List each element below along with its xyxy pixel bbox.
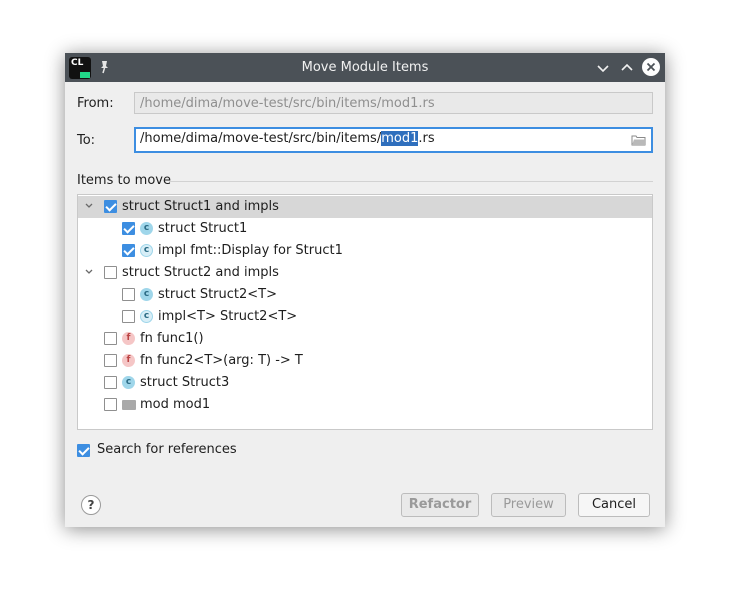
help-button[interactable]: ? <box>81 495 101 515</box>
search-references-checkbox[interactable] <box>77 444 90 457</box>
tree-row-impl-struct2[interactable]: c impl<T> Struct2<T> <box>78 306 652 328</box>
tree-row-label: struct Struct2 and impls <box>122 265 279 280</box>
impl-icon: c <box>140 244 153 257</box>
tree-row-label: mod mod1 <box>140 397 211 412</box>
checkbox-impl-struct2[interactable] <box>122 310 135 323</box>
tree-row-struct2[interactable]: c struct Struct2<T> <box>78 284 652 306</box>
folder-icon[interactable] <box>631 134 646 146</box>
refactor-button[interactable]: Refactor <box>401 493 479 517</box>
preview-button[interactable]: Preview <box>491 493 566 517</box>
close-button[interactable] <box>642 58 660 76</box>
impl-icon: c <box>140 310 153 323</box>
tree-row-struct2-group[interactable]: struct Struct2 and impls <box>78 262 652 284</box>
tree-row-struct1-group[interactable]: struct Struct1 and impls <box>78 196 652 218</box>
tree-row-label: struct Struct1 and impls <box>122 199 279 214</box>
tree-row-label: impl<T> Struct2<T> <box>158 309 298 324</box>
tree-row-mod1[interactable]: mod mod1 <box>78 394 652 416</box>
checkbox-func1[interactable] <box>104 332 117 345</box>
items-to-move-heading: Items to move <box>77 173 171 188</box>
function-icon: f <box>122 354 135 367</box>
to-path-prefix: /home/dima/move-test/src/bin/items/ <box>140 131 382 146</box>
section-divider <box>169 181 653 182</box>
to-path-selection: mod1 <box>381 131 419 146</box>
expand-chevron-icon[interactable] <box>84 201 94 211</box>
tree-row-func1[interactable]: f fn func1() <box>78 328 652 350</box>
checkbox-struct3[interactable] <box>104 376 117 389</box>
tree-row-impl-display[interactable]: c impl fmt::Display for Struct1 <box>78 240 652 262</box>
struct-icon: c <box>122 376 135 389</box>
module-folder-icon <box>122 400 136 410</box>
function-icon: f <box>122 332 135 345</box>
to-path-input[interactable]: /home/dima/move-test/src/bin/items/mod1.… <box>134 127 653 153</box>
expand-chevron-icon[interactable] <box>84 267 94 277</box>
maximize-chevron-icon[interactable] <box>618 59 636 77</box>
tree-row-label: impl fmt::Display for Struct1 <box>158 243 343 258</box>
struct-icon: c <box>140 288 153 301</box>
checkbox-impl-display[interactable] <box>122 244 135 257</box>
minimize-chevron-icon[interactable] <box>594 59 612 77</box>
struct-icon: c <box>140 222 153 235</box>
checkbox-mod1[interactable] <box>104 398 117 411</box>
checkbox-struct2[interactable] <box>122 288 135 301</box>
to-label: To: <box>77 133 96 148</box>
search-references-label: Search for references <box>97 442 237 457</box>
tree-row-label: fn func1() <box>140 331 204 346</box>
from-field: /home/dima/move-test/src/bin/items/mod1.… <box>134 92 653 114</box>
checkbox-struct2-group[interactable] <box>104 266 117 279</box>
tree-row-struct3[interactable]: c struct Struct3 <box>78 372 652 394</box>
window-title: Move Module Items <box>301 60 429 75</box>
checkbox-func2[interactable] <box>104 354 117 367</box>
tree-row-func2[interactable]: f fn func2<T>(arg: T) -> T <box>78 350 652 372</box>
checkbox-struct1-group[interactable] <box>104 200 117 213</box>
title-bar: CL Move Module Items <box>65 53 665 82</box>
close-icon <box>646 62 656 72</box>
tree-row-label: struct Struct2<T> <box>158 287 278 302</box>
tree-row-struct1[interactable]: c struct Struct1 <box>78 218 652 240</box>
items-tree[interactable]: struct Struct1 and impls c struct Struct… <box>77 194 653 430</box>
cancel-button[interactable]: Cancel <box>578 493 650 517</box>
to-path-suffix: .rs <box>418 131 435 146</box>
checkbox-struct1[interactable] <box>122 222 135 235</box>
tree-row-label: fn func2<T>(arg: T) -> T <box>140 353 303 368</box>
move-module-items-dialog: CL Move Module Items From: /home/dima/mo… <box>65 53 665 527</box>
tree-row-label: struct Struct1 <box>158 221 248 236</box>
tree-row-label: struct Struct3 <box>140 375 230 390</box>
from-label: From: <box>77 96 114 111</box>
